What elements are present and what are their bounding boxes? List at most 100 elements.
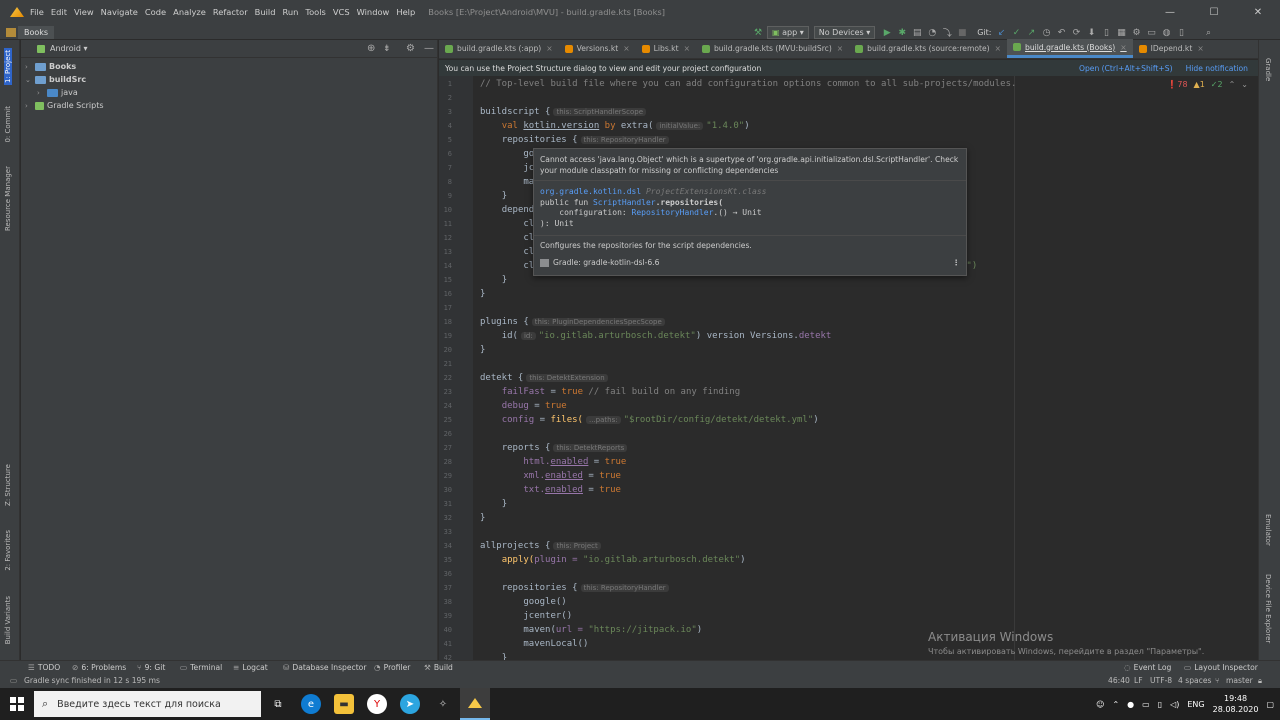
- chevron-down-icon[interactable]: ⌄: [1241, 80, 1248, 89]
- chevron-right-icon[interactable]: ›: [37, 89, 45, 97]
- rollback-icon[interactable]: ↶: [1056, 27, 1068, 39]
- tool-event-log[interactable]: ◌ Event Log: [1124, 663, 1171, 672]
- file-explorer-icon[interactable]: ▬: [334, 694, 354, 714]
- clock[interactable]: 19:48 28.08.2020: [1213, 693, 1259, 715]
- tool-tab-gradle[interactable]: Gradle: [1264, 58, 1272, 81]
- status-message[interactable]: Gradle sync finished in 12 s 195 ms: [24, 676, 160, 685]
- inspection-widget[interactable]: ❗78 ▲1 ✓2 ⌃ ⌄: [1167, 80, 1248, 89]
- git-commit-icon[interactable]: ✓: [1011, 27, 1023, 39]
- menu-analyze[interactable]: Analyze: [173, 7, 206, 17]
- file-encoding[interactable]: UTF-8: [1150, 676, 1172, 685]
- editor-tab[interactable]: build.gradle.kts (MVU:buildSrc) ×: [696, 39, 849, 58]
- tool-tab-structure[interactable]: Z: Structure: [4, 464, 12, 506]
- close-tab-icon[interactable]: ×: [995, 44, 1001, 53]
- menu-tools[interactable]: Tools: [305, 7, 325, 17]
- language-indicator[interactable]: ENG: [1187, 700, 1204, 709]
- lock-icon[interactable]: 🔒︎: [1258, 676, 1262, 686]
- device-select[interactable]: No Devices ▾: [813, 26, 876, 39]
- battery-icon[interactable]: ▭: [1142, 700, 1150, 709]
- windows-start-icon[interactable]: [10, 697, 24, 711]
- more-options-icon[interactable]: ⋮: [952, 258, 960, 267]
- editor-tab[interactable]: build.gradle.kts (source:remote) ×: [849, 39, 1007, 58]
- tool-tab-device-file-explorer[interactable]: Device File Explorer: [1264, 574, 1272, 643]
- close-tab-icon[interactable]: ×: [623, 44, 629, 53]
- tree-item-java[interactable]: › java: [37, 86, 78, 99]
- run-config-select[interactable]: ▣ app ▾: [767, 26, 809, 39]
- tool-terminal[interactable]: ▭ Terminal: [180, 663, 222, 672]
- taskbar-search[interactable]: ⌕ Введите здесь текст для поиска: [34, 691, 261, 717]
- gear-icon[interactable]: ⚙: [406, 43, 415, 54]
- network-icon[interactable]: ▯: [1158, 700, 1162, 709]
- tool-layout-inspector[interactable]: ▭ Layout Inspector: [1184, 663, 1258, 672]
- open-project-structure-link[interactable]: Open (Ctrl+Alt+Shift+S): [1079, 64, 1173, 73]
- tool-tab-favorites[interactable]: 2: Favorites: [4, 530, 12, 571]
- volume-icon[interactable]: ◁): [1170, 700, 1179, 709]
- menu-build[interactable]: Build: [255, 7, 276, 17]
- editor-tab[interactable]: build.gradle.kts (:app) ×: [439, 39, 559, 58]
- hide-panel-icon[interactable]: —: [424, 43, 434, 54]
- hammer-icon[interactable]: ⚒: [752, 27, 764, 39]
- tree-item-buildsrc[interactable]: ⌄ buildSrc: [25, 73, 86, 86]
- project-view-select[interactable]: Android ▾: [50, 44, 88, 53]
- menu-vcs[interactable]: VCS: [333, 7, 350, 17]
- collapse-all-icon[interactable]: ⇟: [383, 44, 391, 54]
- hide-notification-link[interactable]: Hide notification: [1186, 64, 1248, 73]
- sig-receiver-link[interactable]: ScriptHandler: [593, 198, 656, 207]
- person-icon[interactable]: ☺: [1096, 700, 1104, 709]
- tool-tab-project[interactable]: 1: Project: [4, 48, 12, 85]
- menu-help[interactable]: Help: [396, 7, 415, 17]
- tool-tab-resource-manager[interactable]: Resource Manager: [4, 166, 12, 231]
- sig-type-link[interactable]: RepositoryHandler: [632, 208, 714, 217]
- menu-run[interactable]: Run: [282, 7, 298, 17]
- tool-git[interactable]: ⑂ 9: Git: [137, 663, 165, 672]
- close-tab-icon[interactable]: ×: [546, 44, 552, 53]
- editor-tab[interactable]: Libs.kt ×: [636, 39, 696, 58]
- chevron-right-icon[interactable]: ›: [25, 102, 33, 110]
- project-structure-icon[interactable]: ▦: [1116, 27, 1128, 39]
- debug-icon[interactable]: ✱: [896, 27, 908, 39]
- settings-icon[interactable]: ⚙: [1131, 27, 1143, 39]
- git-branch[interactable]: master: [1226, 676, 1253, 685]
- chevron-right-icon[interactable]: ›: [25, 63, 33, 71]
- yandex-browser-icon[interactable]: Y: [367, 694, 387, 714]
- tool-tab-emulator[interactable]: Emulator: [1264, 514, 1272, 546]
- chevron-down-icon[interactable]: ⌄: [25, 76, 33, 84]
- tool-problems[interactable]: ⊘ 6: Problems: [72, 663, 126, 672]
- close-tab-icon[interactable]: ×: [1197, 44, 1203, 53]
- search-everywhere-icon[interactable]: ⌕: [1203, 27, 1215, 39]
- breadcrumb[interactable]: Books: [5, 26, 55, 39]
- run-icon[interactable]: ▶: [881, 27, 893, 39]
- profile-icon[interactable]: ◔: [926, 27, 938, 39]
- telegram-icon[interactable]: ➤: [400, 694, 420, 714]
- quick-documentation-popup[interactable]: Cannot access 'java.lang.Object' which i…: [533, 148, 967, 276]
- editor-tab[interactable]: Versions.kt ×: [559, 39, 636, 58]
- popup-package-link[interactable]: org.gradle.kotlin.dsl: [540, 187, 641, 196]
- git-update-icon[interactable]: ↙: [996, 27, 1008, 39]
- coverage-icon[interactable]: ▤: [911, 27, 923, 39]
- sync-gradle-icon[interactable]: ⟳: [1071, 27, 1083, 39]
- locate-file-icon[interactable]: ⊕: [367, 43, 375, 54]
- menu-refactor[interactable]: Refactor: [213, 7, 248, 17]
- notifications-icon[interactable]: ▢: [1266, 700, 1274, 709]
- tool-logcat[interactable]: ≡ Logcat: [233, 663, 268, 672]
- task-view-icon[interactable]: ⧉: [268, 694, 288, 714]
- maximize-button[interactable]: ☐: [1192, 0, 1236, 24]
- avd-manager-icon[interactable]: ▯: [1101, 27, 1113, 39]
- line-separator[interactable]: LF: [1134, 676, 1143, 685]
- app-icon[interactable]: ✧: [433, 694, 453, 714]
- git-history-icon[interactable]: ◷: [1041, 27, 1053, 39]
- caret-position[interactable]: 46:40: [1108, 676, 1130, 685]
- device-icon[interactable]: ▯: [1176, 27, 1188, 39]
- git-push-icon[interactable]: ↗: [1026, 27, 1038, 39]
- android-studio-taskbar-icon[interactable]: [460, 688, 490, 720]
- tool-database-inspector[interactable]: ⛁ Database Inspector: [283, 663, 366, 672]
- assistant-icon[interactable]: ◍: [1161, 27, 1173, 39]
- layout-icon[interactable]: ▭: [1146, 27, 1158, 39]
- menu-view[interactable]: View: [74, 7, 94, 17]
- close-tab-icon[interactable]: ×: [1120, 43, 1126, 52]
- attach-debugger-icon[interactable]: ⤵: [941, 27, 953, 39]
- edge-icon[interactable]: e: [301, 694, 321, 714]
- tree-item-gradle-scripts[interactable]: › Gradle Scripts: [25, 99, 104, 112]
- sdk-manager-icon[interactable]: ⬇: [1086, 27, 1098, 39]
- tool-profiler[interactable]: ◔ Profiler: [374, 663, 410, 672]
